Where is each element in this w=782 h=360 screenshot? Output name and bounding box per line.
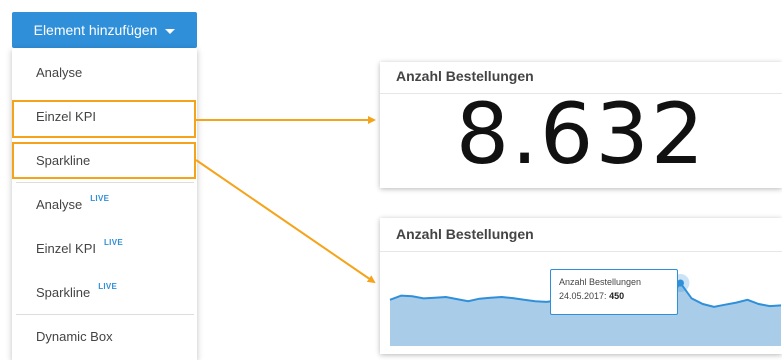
arrow-to-sparkline-card <box>195 159 376 284</box>
tooltip-label: Anzahl Bestellungen <box>559 277 642 287</box>
tooltip-value-row: 24.05.2017: 450 <box>559 289 669 303</box>
sparkline-tooltip: Anzahl Bestellungen 24.05.2017: 450 <box>550 269 678 315</box>
highlight-point[interactable] <box>676 279 684 287</box>
tooltip-value: 450 <box>609 291 625 301</box>
tooltip-date: 24.05.2017: <box>559 291 607 301</box>
